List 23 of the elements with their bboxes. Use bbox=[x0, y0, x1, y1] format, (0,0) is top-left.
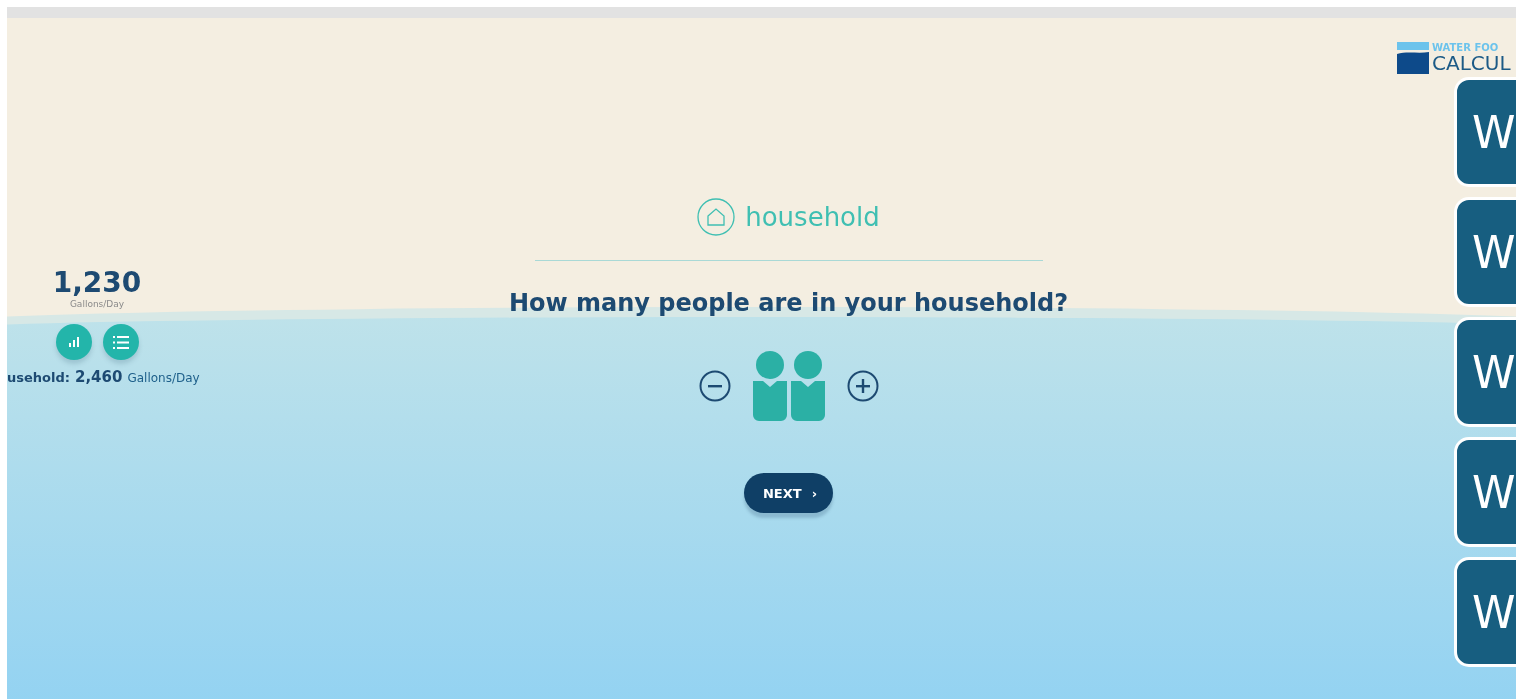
house-icon bbox=[697, 198, 736, 236]
household-label: usehold: bbox=[7, 370, 70, 385]
household-total: 2,460 bbox=[74, 368, 123, 386]
logo-text: WATER FOO bbox=[1432, 43, 1500, 53]
question-text: How many people are in your household? bbox=[508, 289, 1069, 317]
side-tile[interactable]: W bbox=[1454, 557, 1516, 667]
side-tile[interactable]: W bbox=[1454, 317, 1516, 427]
section-title: household bbox=[745, 202, 880, 232]
household-unit: Gallons/Day bbox=[127, 371, 200, 385]
next-button[interactable]: NEXT › bbox=[744, 473, 833, 513]
side-tile[interactable]: W bbox=[1454, 77, 1516, 187]
logo-text: CALCUL bbox=[1432, 53, 1511, 73]
side-tile[interactable]: W bbox=[1454, 437, 1516, 547]
person-icon bbox=[752, 351, 787, 421]
bar-chart-icon bbox=[67, 336, 80, 348]
side-tile[interactable]: W bbox=[1454, 197, 1516, 307]
daily-total: 1,230 bbox=[52, 268, 142, 298]
plus-button[interactable] bbox=[846, 370, 879, 402]
person-icon bbox=[790, 351, 825, 421]
minus-button[interactable] bbox=[698, 370, 731, 402]
list-icon bbox=[112, 335, 129, 349]
unit-label: Gallons/Day bbox=[69, 299, 125, 309]
logo-icon bbox=[1397, 42, 1429, 74]
